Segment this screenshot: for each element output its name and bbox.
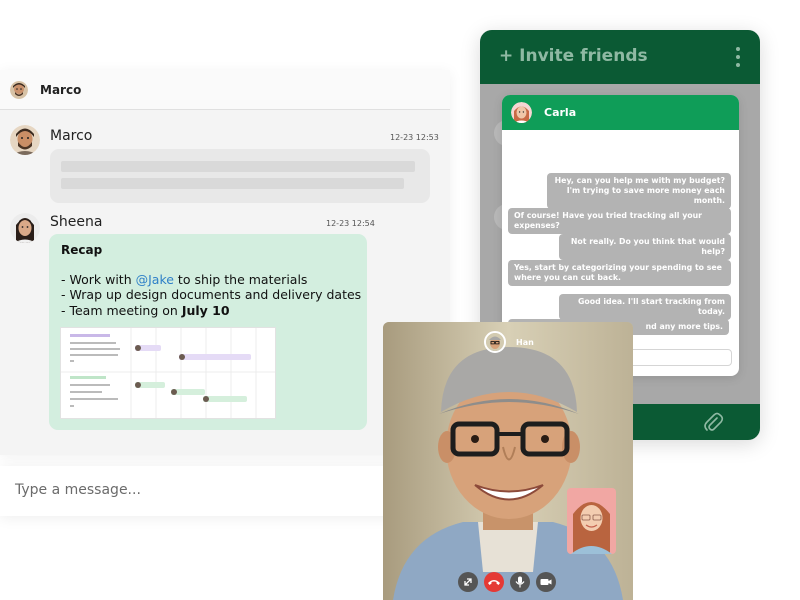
chat-header-name: Marco (40, 83, 82, 97)
recap-line-text: - Team meeting on (61, 303, 182, 318)
chat-bubble-received: Of course! Have you tried tracking all y… (508, 208, 731, 234)
recap-line: - Team meeting on July 10 (61, 303, 230, 318)
recap-line: - Wrap up design documents and delivery … (61, 287, 362, 302)
invite-friends-button[interactable]: + Invite friends (499, 46, 648, 66)
text-placeholder-line (61, 178, 404, 189)
more-options-icon[interactable] (736, 47, 742, 69)
caller-video-feed (383, 322, 633, 600)
marco-avatar[interactable] (10, 125, 40, 155)
contact-avatar[interactable] (10, 81, 28, 99)
message-timestamp: 12-23 12:54 (326, 219, 375, 228)
caller-avatar (484, 331, 506, 353)
invite-header: + Invite friends (480, 30, 760, 84)
recap-line-text: to ship the materials (173, 272, 308, 287)
microphone-icon[interactable] (510, 572, 530, 592)
user-mention[interactable]: @Jake (136, 272, 174, 287)
meeting-date: July 10 (181, 303, 230, 318)
message-composer[interactable]: Type a message... (0, 466, 410, 516)
message-author: Marco (50, 128, 93, 144)
recap-line-text: - Work with (61, 272, 136, 287)
carla-chat-header: Carla (502, 95, 739, 130)
message-bubble-placeholder (50, 149, 430, 203)
text-placeholder-line (61, 161, 415, 172)
expand-icon[interactable] (458, 572, 478, 592)
video-call-window: Han (383, 322, 633, 600)
camera-icon[interactable] (536, 572, 556, 592)
carla-avatar[interactable] (511, 102, 532, 123)
message-timestamp: 12-23 12:53 (390, 133, 439, 142)
self-view-thumbnail[interactable] (567, 488, 616, 554)
recap-title: Recap (61, 243, 103, 257)
chat-bubble-sent: Hey, can you help me with my budget? I'm… (547, 173, 731, 209)
recap-message-bubble: Recap - Work with @Jake to ship the mate… (49, 234, 367, 430)
sheena-avatar[interactable] (10, 213, 40, 243)
carla-name: Carla (544, 106, 577, 119)
chat-bubble-sent: Not really. Do you think that would help… (559, 234, 731, 260)
attachment-icon[interactable] (702, 412, 724, 434)
hang-up-icon[interactable] (484, 572, 504, 592)
chat-header: Marco (0, 70, 450, 110)
chat-bubble-sent: Good idea. I'll start tracking from toda… (559, 294, 731, 320)
message-author: Sheena (50, 214, 103, 230)
recap-line: - Work with @Jake to ship the materials (61, 272, 307, 287)
gantt-chart-attachment[interactable] (60, 327, 276, 419)
message-input-placeholder[interactable]: Type a message... (15, 482, 141, 498)
caller-name: Han (516, 338, 534, 347)
chat-bubble-received: Yes, start by categorizing your spending… (508, 260, 731, 286)
